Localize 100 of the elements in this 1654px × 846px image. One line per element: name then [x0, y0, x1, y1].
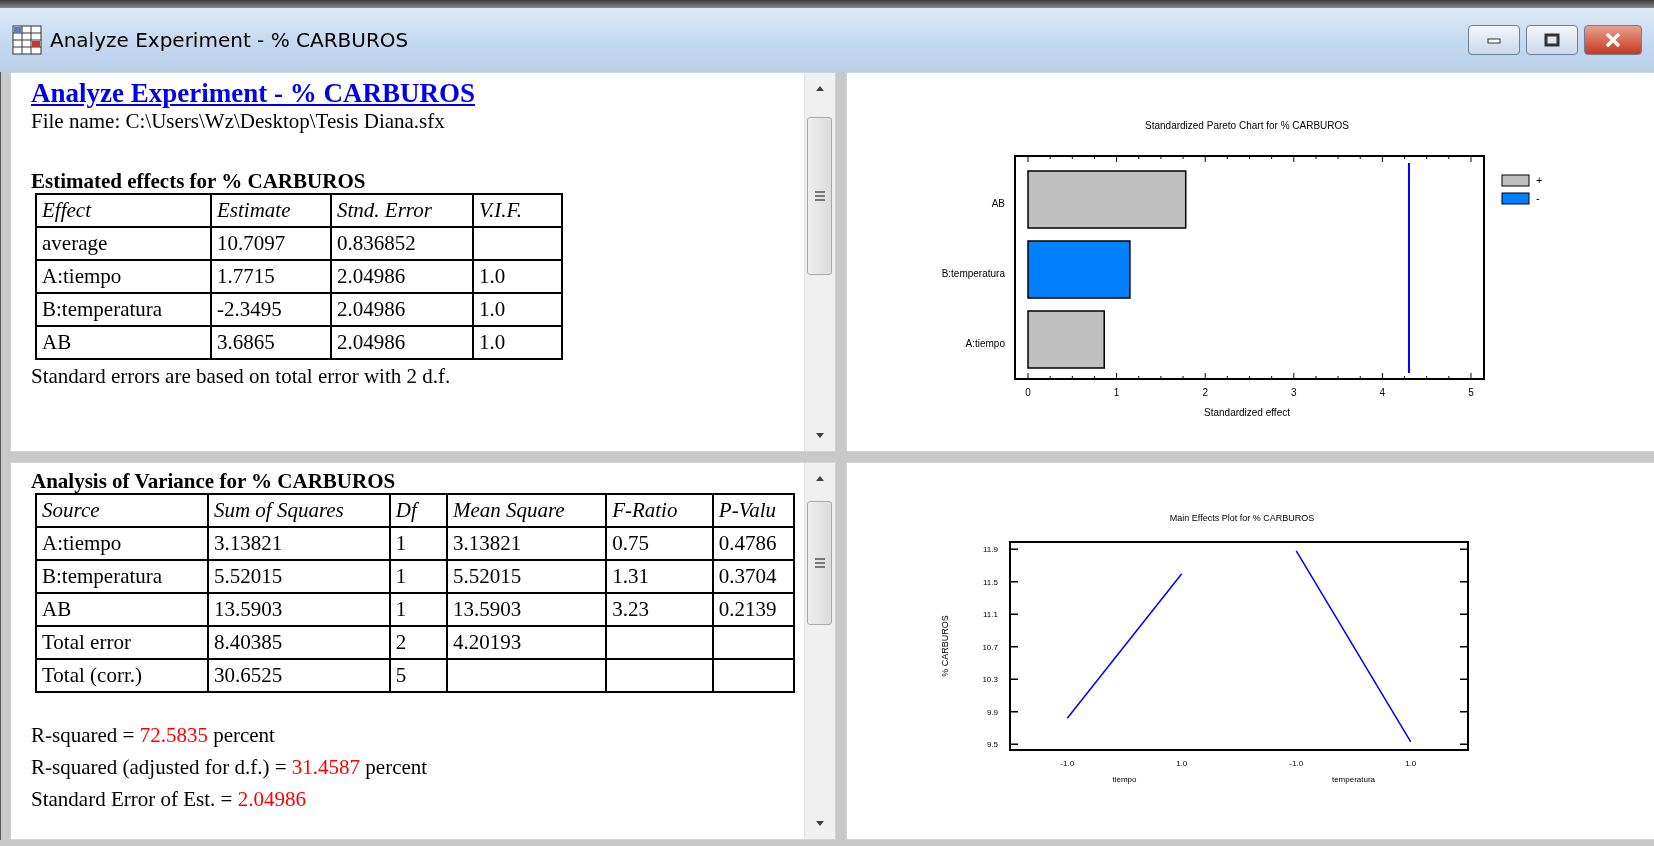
- table-cell: Total (corr.): [36, 659, 208, 692]
- table-cell: 1.0: [473, 293, 562, 326]
- statistic-line: Standard Error of Est. = 2.04986: [31, 786, 307, 813]
- table-cell: 3.23: [606, 593, 713, 626]
- tick-label: 5: [1468, 387, 1474, 398]
- chart-title: Standardized Pareto Chart for % CARBUROS: [1145, 120, 1349, 131]
- table-cell: 1: [389, 560, 447, 593]
- report-heading-link[interactable]: Analyze Experiment - % CARBUROS: [31, 77, 475, 109]
- table-cell: 1.7715: [211, 260, 331, 293]
- minimize-button[interactable]: [1468, 25, 1520, 55]
- tick-label: 1: [1113, 387, 1120, 398]
- column-header: Df: [389, 494, 447, 527]
- table-cell: 3.13821: [446, 527, 607, 560]
- table-cell: 30.6525: [207, 659, 390, 692]
- scroll-thumb[interactable]: [807, 117, 832, 275]
- column-header: V.I.F.: [473, 194, 562, 227]
- table-cell: 1: [389, 527, 447, 560]
- tick-label: 0: [1025, 387, 1031, 398]
- table-cell: B:temperatura: [36, 560, 208, 593]
- table-cell: 1.31: [606, 560, 713, 593]
- up-arrow-icon: [816, 476, 824, 481]
- close-button[interactable]: [1584, 25, 1642, 55]
- table-cell: 4.20193: [446, 626, 607, 659]
- table-cell: average: [36, 227, 211, 260]
- column-header: Source: [36, 494, 208, 527]
- down-arrow-icon: [816, 433, 824, 438]
- table-cell: 13.5903: [207, 593, 390, 626]
- tick-label: -1.0: [1060, 759, 1075, 768]
- axis-title: % CARBUROS: [940, 615, 950, 677]
- table-cell: 3.13821: [207, 527, 390, 560]
- column-header: P-Valu: [712, 494, 794, 527]
- tick-label: 10.3: [982, 675, 998, 685]
- tick-label: 1.0: [1405, 759, 1417, 768]
- table-cell: A:tiempo: [36, 260, 211, 293]
- tick-label: 4: [1379, 387, 1386, 398]
- table-cell: 0.2139: [712, 593, 794, 626]
- tick-label: 1.0: [1176, 759, 1188, 768]
- table-cell: 10.7097: [211, 227, 331, 260]
- statistic-line: R-squared (adjusted for d.f.) = 31.4587 percent: [31, 754, 429, 781]
- table-cell: 0.3704: [712, 560, 794, 593]
- legend-swatch: [1501, 174, 1530, 187]
- category-label: B:temperatura: [941, 268, 1005, 279]
- column-header: Estimate: [211, 194, 331, 227]
- file-name-text: File name: C:\Users\Wz\Desktop\Tesis Diana.sfx: [31, 109, 446, 133]
- tick-label: 11.5: [983, 577, 998, 587]
- factor-label: temperatura: [1331, 775, 1376, 784]
- app-icon: [12, 25, 42, 55]
- table-title: Estimated effects for % CARBUROS: [31, 169, 367, 193]
- tick-label: -1.0: [1289, 759, 1304, 768]
- table-cell: AB: [36, 593, 208, 626]
- legend-label: +: [1536, 174, 1543, 186]
- table-cell: 0.75: [606, 527, 713, 560]
- table-cell: -2.3495: [211, 293, 331, 326]
- table-cell: 2.04986: [331, 293, 473, 326]
- column-header: Effect: [36, 194, 211, 227]
- scroll-thumb[interactable]: [807, 501, 832, 625]
- maximize-icon: [1544, 33, 1560, 47]
- tick-label: 9.9: [986, 707, 998, 717]
- table-cell: 5.52015: [446, 560, 607, 593]
- table-cell: 3.6865: [211, 326, 331, 359]
- axis-title: Standardized effect: [1204, 407, 1290, 418]
- tick-label: 3: [1291, 387, 1297, 398]
- table-cell: 5: [389, 659, 447, 692]
- chart-title: Main Effects Plot for % CARBUROS: [1169, 513, 1315, 523]
- table-cell: 2.04986: [331, 260, 473, 293]
- column-header: F-Ratio: [606, 494, 713, 527]
- table-cell: 5.52015: [207, 560, 390, 593]
- table-cell: 0.4786: [712, 527, 794, 560]
- table-title: Analysis of Variance for % CARBUROS: [31, 469, 397, 493]
- tick-label: 9.5: [986, 740, 998, 750]
- column-header: Sum of Squares: [207, 494, 390, 527]
- table-cell: 1: [389, 593, 447, 626]
- table-cell: A:tiempo: [36, 527, 208, 560]
- footnote-text: Standard errors are based on total error with 2 d.f.: [31, 364, 452, 388]
- category-label: AB: [991, 198, 1005, 209]
- minimize-icon: [1487, 36, 1501, 44]
- table-cell: 0.836852: [331, 227, 473, 260]
- tick-label: 11.1: [983, 610, 998, 620]
- maximize-button[interactable]: [1526, 25, 1578, 55]
- down-arrow-icon: [816, 821, 824, 826]
- factor-label: tiempo: [1112, 775, 1137, 784]
- table-cell: AB: [36, 326, 211, 359]
- table-cell: 8.40385: [207, 626, 390, 659]
- table-cell: Total error: [36, 626, 208, 659]
- close-icon: [1604, 32, 1622, 48]
- table-cell: 2.04986: [331, 326, 473, 359]
- table-cell: 2: [389, 626, 447, 659]
- table-cell: 1.0: [473, 326, 562, 359]
- column-header: Mean Square: [446, 494, 607, 527]
- column-header: Stnd. Error: [331, 194, 473, 227]
- tick-label: 11.9: [983, 545, 998, 555]
- window-title: Analyze Experiment - % CARBUROS: [50, 28, 410, 52]
- statistic-line: R-squared = 72.5835 percent: [31, 722, 276, 749]
- table-cell: 1.0: [473, 260, 562, 293]
- legend-swatch: [1501, 192, 1530, 205]
- tick-label: 2: [1202, 387, 1208, 398]
- tick-label: 10.7: [982, 642, 998, 652]
- category-label: A:tiempo: [965, 338, 1005, 349]
- up-arrow-icon: [816, 86, 824, 91]
- table-cell: 13.5903: [446, 593, 607, 626]
